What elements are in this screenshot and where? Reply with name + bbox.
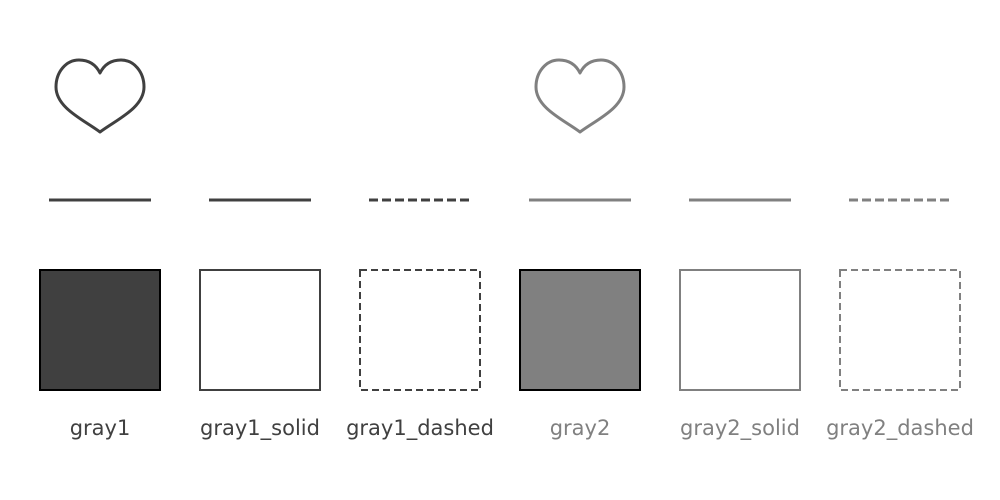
swatch-label-0: gray1 [69, 416, 131, 440]
color-swatch [199, 269, 321, 391]
color-swatch [39, 269, 161, 391]
color-swatch [359, 269, 481, 391]
swatch-label-5: gray2_dashed [826, 416, 974, 440]
color-swatch [679, 269, 801, 391]
swatch-label-4: gray2_solid [680, 416, 800, 440]
heart-icon [534, 58, 626, 134]
color-swatch [519, 269, 641, 391]
heart-icon [54, 58, 146, 134]
swatch-label-3: gray2 [549, 416, 611, 440]
color-swatch [839, 269, 961, 391]
swatch-label-2: gray1_dashed [346, 416, 494, 440]
swatch-label-1: gray1_solid [200, 416, 320, 440]
